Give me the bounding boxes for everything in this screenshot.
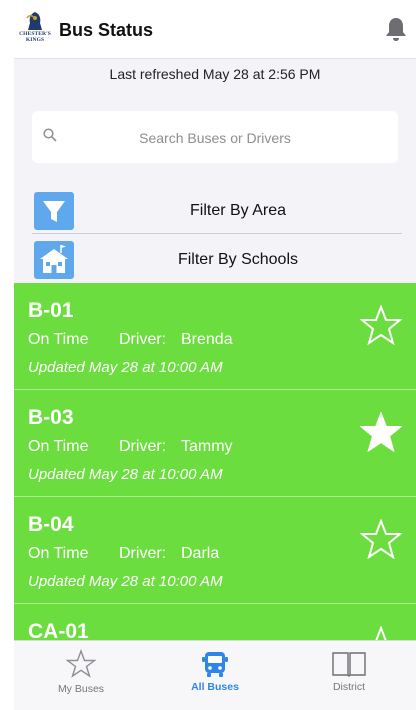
- search-icon: [43, 128, 57, 142]
- bus-id: B-04: [28, 513, 74, 536]
- logo-text: CHESTER'S KINGS: [19, 31, 51, 43]
- bell-icon[interactable]: [384, 16, 408, 42]
- star-outline-icon[interactable]: [360, 519, 402, 559]
- tab-my-buses[interactable]: My Buses: [14, 641, 148, 710]
- bus-card[interactable]: B-03 On Time Driver: Tammy Updated May 2…: [14, 390, 416, 497]
- bus-id: B-01: [28, 299, 74, 322]
- funnel-icon: [34, 192, 74, 230]
- star-filled-icon[interactable]: [360, 412, 402, 452]
- bus-status: On Time: [28, 331, 89, 348]
- tab-district[interactable]: District: [282, 641, 416, 710]
- bus-updated-time: Updated May 28 at 10:00 AM: [28, 466, 223, 483]
- star-outline-icon: [66, 649, 96, 678]
- bus-card[interactable]: CA-01: [14, 604, 416, 640]
- tab-all-buses[interactable]: All Buses: [148, 641, 282, 710]
- filter-by-area[interactable]: Filter By Area: [32, 188, 402, 234]
- search-input[interactable]: [68, 111, 362, 165]
- bus-icon: [202, 652, 228, 677]
- driver-label: Driver:: [119, 545, 167, 562]
- filter-by-area-label: Filter By Area: [189, 202, 287, 219]
- tab-bar: My Buses All Buses District: [14, 640, 416, 710]
- filter-by-schools[interactable]: Filter By Schools: [32, 237, 402, 283]
- district-logo: CHESTER'S KINGS: [16, 10, 54, 46]
- tab-district-label: District: [332, 681, 366, 693]
- open-book-icon: [332, 652, 366, 677]
- bus-status: On Time: [28, 438, 89, 455]
- school-building-icon: [34, 241, 74, 279]
- driver-name: Tammy: [181, 438, 233, 455]
- driver-label: Driver:: [119, 331, 167, 348]
- app-frame: CHESTER'S KINGS Bus Status Last refreshe…: [14, 0, 416, 710]
- app-header: CHESTER'S KINGS Bus Status: [14, 0, 416, 59]
- bus-card[interactable]: B-04 On Time Driver: Darla Updated May 2…: [14, 497, 416, 604]
- crest-icon: [26, 12, 42, 30]
- bus-card[interactable]: B-01 On Time Driver: Brenda Updated May …: [14, 283, 416, 390]
- bus-list: B-01 On Time Driver: Brenda Updated May …: [14, 283, 416, 640]
- bus-id: CA-01: [28, 620, 89, 640]
- driver-name: Darla: [181, 545, 220, 562]
- tab-my-buses-label: My Buses: [57, 683, 105, 695]
- search-bar[interactable]: [32, 111, 398, 165]
- driver-name: Brenda: [181, 331, 233, 348]
- star-outline-icon[interactable]: [360, 626, 402, 640]
- last-refreshed-text: Last refreshed May 28 at 2:56 PM: [109, 66, 321, 82]
- bus-id: B-03: [28, 406, 74, 429]
- driver-label: Driver:: [119, 438, 167, 455]
- page-title: Bus Status: [59, 20, 154, 40]
- tab-all-buses-label: All Buses: [191, 681, 239, 693]
- bus-status: On Time: [28, 545, 89, 562]
- bus-updated-time: Updated May 28 at 10:00 AM: [28, 573, 223, 590]
- bus-updated-time: Updated May 28 at 10:00 AM: [28, 359, 223, 376]
- filter-by-schools-label: Filter By Schools: [177, 251, 299, 268]
- star-outline-icon[interactable]: [360, 305, 402, 345]
